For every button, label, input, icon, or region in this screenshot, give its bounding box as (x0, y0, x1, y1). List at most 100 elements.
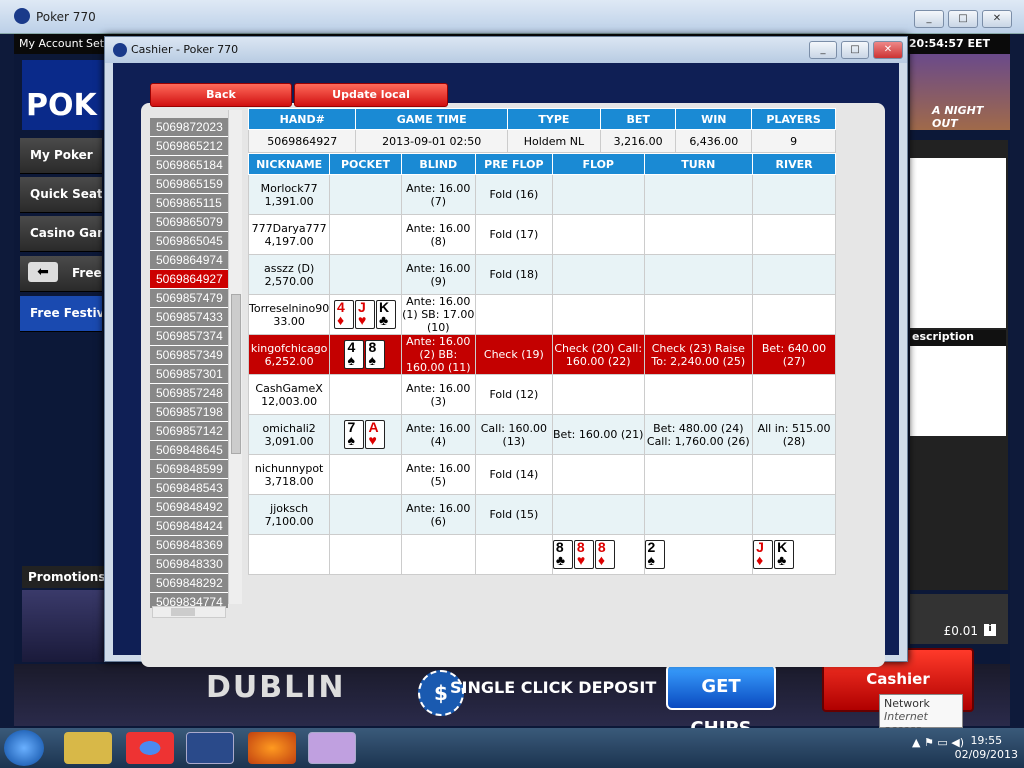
nickname-cell: CashGameX 12,003.00 (247, 374, 331, 415)
hand-list-item[interactable]: 5069865184 (150, 156, 228, 175)
explorer-icon[interactable] (64, 732, 112, 764)
player-row[interactable]: 777Darya777 4,197.00 Ante: 16.00 (8) Fold (… (247, 214, 836, 255)
promotions-label[interactable]: Promotions (22, 566, 105, 588)
taskbar: ▲ ⚑ ▭ ◀) 19:55 02/09/2013 (0, 728, 1024, 768)
nav-free-festival[interactable]: Free Festiva (20, 296, 102, 332)
hand-list-item[interactable]: 5069848599 (150, 460, 228, 479)
summary-value: 9 (751, 129, 836, 153)
hand-list-item[interactable]: 5069857301 (150, 365, 228, 384)
start-button[interactable] (4, 730, 44, 766)
dialog-maximize-button[interactable]: □ (841, 41, 869, 59)
hand-list-item[interactable]: 5069857248 (150, 384, 228, 403)
detail-header: NICKNAME (247, 153, 331, 175)
card-suit-icon: ♦ (336, 312, 345, 328)
update-local-info-button[interactable]: Update local information (294, 83, 448, 123)
maximize-button[interactable]: □ (948, 10, 978, 28)
hand-list-item[interactable]: 5069857198 (150, 403, 228, 422)
hand-list-item[interactable]: 5069848492 (150, 498, 228, 517)
hand-list-item[interactable]: 5069865079 (150, 213, 228, 232)
minimize-button[interactable]: _ (914, 10, 944, 28)
player-row[interactable]: omichali2 3,091.00 7 ♠A ♥ Ante: 16.00 (4) Call… (247, 414, 836, 455)
hand-list-item[interactable]: 5069865212 (150, 137, 228, 156)
player-row[interactable]: Morlock77 1,391.00 Ante: 16.00 (7) Fold (16… (247, 174, 836, 215)
hand-list-item[interactable]: 5069848292 (150, 574, 228, 593)
pocket-cell (329, 174, 402, 215)
river-cell (752, 214, 836, 255)
river-cell (752, 494, 836, 535)
nav-casino-games[interactable]: Casino Gam (20, 216, 102, 252)
info-icon[interactable]: i (984, 624, 996, 636)
player-nickname: Morlock77 (260, 181, 318, 195)
player-row[interactable]: CashGameX 12,003.00 Ante: 16.00 (3) Fold (1… (247, 374, 836, 415)
player-chips: 3,718.00 (264, 474, 314, 488)
single-click-deposit-text[interactable]: SINGLE CLICK DEPOSIT (450, 678, 656, 697)
river-cell (752, 374, 836, 415)
hand-list-item[interactable]: 5069865115 (150, 194, 228, 213)
hand-list-item[interactable]: 5069864974 (150, 251, 228, 270)
player-chips: 2,570.00 (264, 274, 314, 288)
player-row[interactable]: jjoksch 7,100.00 Ante: 16.00 (6) Fold (15) (247, 494, 836, 535)
menu-my-account[interactable]: My Account (19, 37, 83, 50)
dialog-close-button[interactable]: ✕ (873, 41, 903, 59)
playing-card: A ♥ (365, 420, 386, 449)
hand-list-item[interactable]: 5069848330 (150, 555, 228, 574)
pocket-cell (329, 494, 402, 535)
balance-value: £0.01 (910, 594, 1008, 644)
close-button[interactable]: ✕ (982, 10, 1012, 28)
chrome-icon[interactable] (126, 732, 174, 764)
hand-list-item[interactable]: 5069857349 (150, 346, 228, 365)
player-row[interactable]: kingofchicago 6,252.00 4 ♠8 ♠ Ante: 16.00 (2)… (247, 334, 836, 375)
player-row[interactable]: nichunnypot 3,718.00 Ante: 16.00 (5) Fold (… (247, 454, 836, 495)
scroll-thumb[interactable] (231, 294, 241, 454)
detail-header: BLIND (400, 153, 476, 175)
blind-cell: Ante: 16.00 (5) (400, 454, 476, 495)
firefox-icon[interactable] (248, 732, 296, 764)
card-group: 8 ♣8 ♥8 ♦ (552, 540, 616, 569)
hand-list-item[interactable]: 5069857374 (150, 327, 228, 346)
taskbar-clock[interactable]: 19:55 02/09/2013 (955, 734, 1018, 762)
hand-list-item[interactable]: 5069848424 (150, 517, 228, 536)
board-turn-cell: 2 ♠ (643, 534, 754, 575)
nav-my-poker[interactable]: My Poker (20, 138, 102, 174)
hscroll-thumb[interactable] (171, 608, 195, 616)
player-row[interactable]: Torreselnino90 33.00 4 ♦J ♥K ♣ Ante: 16.00 (1)… (247, 294, 836, 335)
poker-taskbar-icon[interactable] (186, 732, 234, 764)
card-suit-icon: ♠ (647, 552, 655, 568)
hand-list-item[interactable]: 5069848543 (150, 479, 228, 498)
card-suit-icon: ♣ (555, 552, 566, 568)
pocket-cell (329, 454, 402, 495)
poker-logo: POK (22, 60, 106, 130)
nav-quick-seat[interactable]: Quick Seat (20, 177, 102, 213)
hand-list[interactable]: 5069872023 5069865212 5069865184 5069865159… (150, 118, 228, 608)
detail-header: TURN (643, 153, 754, 175)
promo-banner[interactable]: A NIGHT OUT (910, 54, 1010, 130)
hand-list-item[interactable]: 5069857142 (150, 422, 228, 441)
blind-cell: Ante: 16.00 (4) (400, 414, 476, 455)
back-arrow-icon[interactable]: ⬅ (28, 262, 58, 282)
right-panel-bottom (910, 346, 1006, 436)
playing-card: 8 ♣ (552, 540, 573, 569)
playing-card: K ♣ (774, 540, 795, 569)
menu-settings[interactable]: Set (86, 37, 104, 50)
hand-list-item[interactable]: 5069864927 (150, 270, 228, 289)
playing-card: 4 ♦ (333, 300, 354, 329)
get-chips-button[interactable]: GET CHIPS (666, 664, 776, 739)
hand-list-item[interactable]: 5069848645 (150, 441, 228, 460)
tooltip-title: Network (884, 697, 930, 710)
turn-cell: Check (23) Raise To: 2,240.00 (25) (643, 334, 754, 375)
paint-icon[interactable] (308, 732, 356, 764)
card-suit-icon: ♠ (347, 352, 355, 368)
hand-list-item[interactable]: 5069872023 (150, 118, 228, 137)
hand-list-item[interactable]: 5069865159 (150, 175, 228, 194)
hand-list-item[interactable]: 5069857479 (150, 289, 228, 308)
dialog-minimize-button[interactable]: _ (809, 41, 837, 59)
river-cell (752, 454, 836, 495)
hand-list-item[interactable]: 5069865045 (150, 232, 228, 251)
empty-cell (400, 534, 476, 575)
hand-list-item[interactable]: 5069848369 (150, 536, 228, 555)
hand-list-scrollbar[interactable] (228, 110, 242, 604)
back-button[interactable]: Back (150, 83, 292, 107)
player-row[interactable]: asszz (D) 2,570.00 Ante: 16.00 (9) Fold (18… (247, 254, 836, 295)
hand-list-hscrollbar[interactable] (152, 606, 226, 618)
hand-list-item[interactable]: 5069857433 (150, 308, 228, 327)
